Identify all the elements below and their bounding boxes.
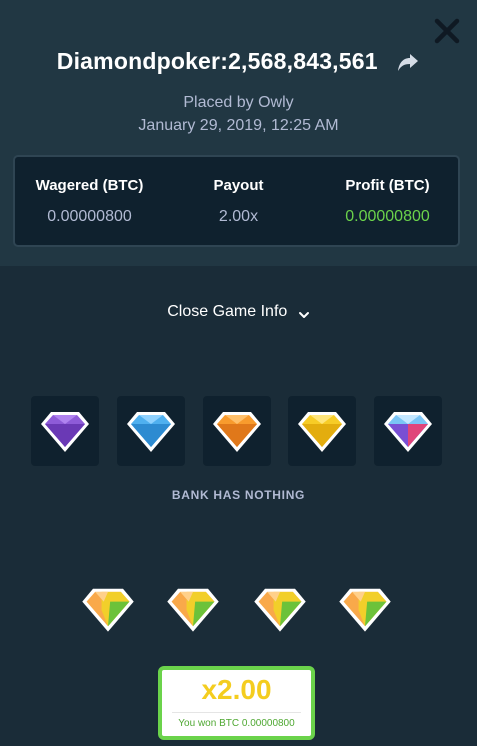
orange-green-gem-icon [82, 588, 134, 632]
dealer-gem-row [0, 396, 477, 466]
stat-value: 2.00x [218, 208, 259, 225]
stat-label: Wagered (BTC) [35, 177, 144, 194]
payout-multiplier: x2.00 [201, 674, 272, 705]
orange-gem-icon [213, 412, 261, 452]
placed-by: Placed by Owly [183, 94, 294, 111]
gem-tile [335, 578, 395, 638]
stat-profit: Profit (BTC) 0.00000800 [313, 177, 462, 226]
orange-green-gem-icon [167, 588, 219, 632]
gem-tile [117, 396, 185, 466]
win-text: You won BTC 0.00000800 [178, 718, 295, 729]
title-row: Diamondpoker:2,568,843,561 [0, 48, 477, 80]
stats-box: Wagered (BTC) 0.00000800 Payout 2.00x Pr… [13, 155, 460, 247]
chevron-down-icon [298, 307, 310, 318]
bet-date: January 29, 2019, 12:25 AM [138, 117, 339, 134]
stat-wagered: Wagered (BTC) 0.00000800 [15, 177, 164, 226]
gem-tile [288, 396, 356, 466]
close-game-info-toggle[interactable]: Close Game Info [0, 303, 477, 321]
close-icon [434, 18, 460, 44]
orange-green-gem-icon [254, 588, 306, 632]
orange-green-gem-icon [339, 588, 391, 632]
close-button[interactable] [432, 16, 462, 46]
stat-label: Payout [213, 177, 264, 194]
gem-tile [31, 396, 99, 466]
share-icon [398, 53, 419, 71]
player-gem-row [0, 578, 477, 638]
gem-tile [250, 578, 310, 638]
gem-tile [163, 578, 223, 638]
bet-details-panel: Diamondpoker:2,568,843,561 Placed by Owl… [0, 0, 477, 266]
share-button[interactable] [396, 50, 420, 74]
payout-card: x2.00 You won BTC 0.00000800 [158, 666, 315, 740]
pink-blue-gem-icon [384, 412, 432, 452]
gem-tile [78, 578, 138, 638]
yellow-gem-icon [298, 412, 346, 452]
stat-payout: Payout 2.00x [164, 177, 313, 226]
bet-title: Diamondpoker:2,568,843,561 [56, 48, 378, 74]
toggle-label: Close Game Info [167, 303, 288, 320]
blue-gem-icon [127, 412, 175, 452]
stat-value: 0.00000800 [47, 208, 132, 225]
stat-label: Profit (BTC) [345, 177, 430, 194]
bank-result-label: BANK HAS NOTHING [171, 488, 306, 502]
gem-tile [203, 396, 271, 466]
purple-gem-icon [41, 412, 89, 452]
gem-tile [374, 396, 442, 466]
stat-value: 0.00000800 [345, 208, 430, 225]
divider [172, 712, 301, 713]
